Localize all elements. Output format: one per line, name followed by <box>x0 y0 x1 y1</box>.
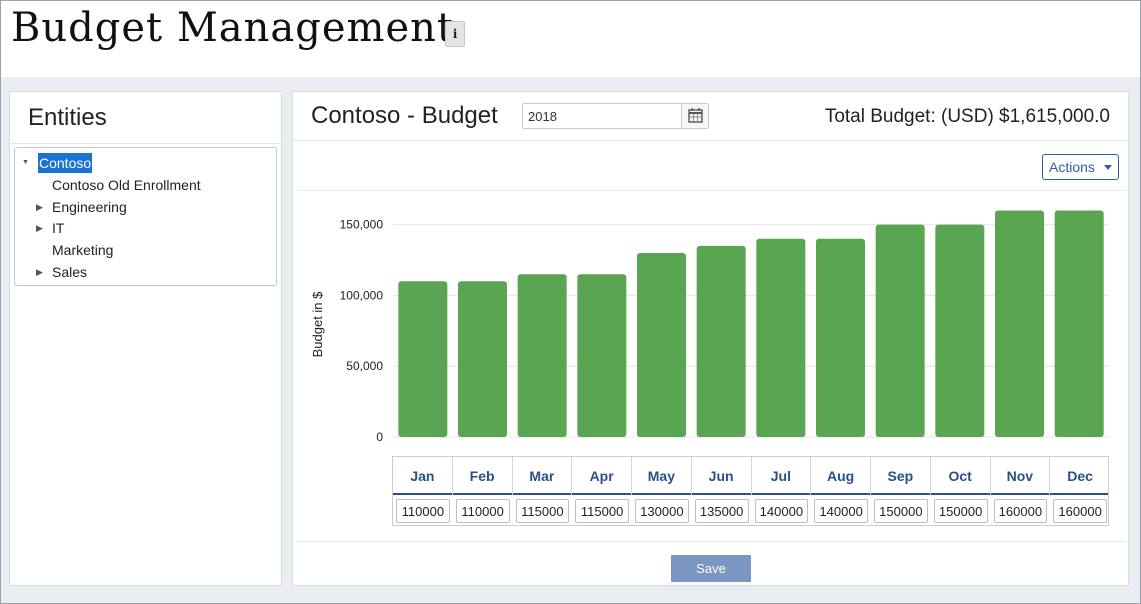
tree-item[interactable]: Marketing <box>15 240 276 260</box>
budget-title: Contoso - Budget <box>311 102 498 129</box>
y-tick-label: 0 <box>376 430 383 444</box>
entities-title: Entities <box>28 104 107 131</box>
tree-item[interactable]: ▼ Contoso <box>15 153 276 173</box>
app-header: Budget Management i <box>1 1 1140 77</box>
entity-tree: ▼ Contoso Contoso Old Enrollment ▶ Engineeri… <box>14 147 277 286</box>
month-value-cell <box>575 499 629 523</box>
month-header: Aug <box>811 457 871 495</box>
caret-down-icon <box>1104 165 1112 170</box>
budget-bar-chart: 0 50,000 100,000 150,000 Budget in $ <box>310 210 1109 444</box>
workspace: Entities ▼ Contoso Contoso Old Enrollment ▶… <box>1 77 1140 603</box>
month-header: Feb <box>453 457 513 495</box>
tree-item-label: Engineering <box>52 198 127 215</box>
tree-item-label: Marketing <box>52 242 114 259</box>
month-header: May <box>632 457 692 495</box>
month-value-cell <box>1053 499 1107 523</box>
month-value-cell <box>814 499 868 523</box>
bar-jun[interactable] <box>696 245 746 437</box>
budget-header: Contoso - Budget Total Budget: (USD) $1, <box>293 92 1128 141</box>
month-header: Sep <box>871 457 931 495</box>
tree-item[interactable]: ▶ Engineering <box>15 197 276 217</box>
y-axis-label: Budget in $ <box>310 291 325 358</box>
divider <box>297 541 1126 542</box>
month-budget-input[interactable] <box>635 499 689 523</box>
month-value-cell <box>993 499 1048 523</box>
month-budget-input[interactable] <box>396 499 450 523</box>
caret-right-icon[interactable]: ▶ <box>36 197 46 217</box>
bar-mar[interactable] <box>517 274 567 437</box>
month-value-cell <box>635 499 689 523</box>
month-budget-input[interactable] <box>874 499 928 523</box>
month-value-cell <box>455 499 510 523</box>
month-value-cell <box>754 499 809 523</box>
tree-item[interactable]: ▶ IT <box>15 218 276 238</box>
month-budget-input[interactable] <box>694 499 749 523</box>
month-header: Nov <box>991 457 1051 495</box>
month-header: Jan <box>393 457 453 495</box>
month-header: Dec <box>1067 468 1093 484</box>
year-input[interactable] <box>523 104 683 128</box>
month-header-row: Jan Feb Mar Apr May Jun Jul Aug Sep Oct Nov Dec <box>393 457 1108 495</box>
caret-right-icon[interactable]: ▶ <box>36 262 46 282</box>
month-header: Mar <box>513 457 573 495</box>
month-budget-input[interactable] <box>575 499 629 523</box>
bar-jul[interactable] <box>756 238 806 437</box>
month-budget-input[interactable] <box>814 499 868 523</box>
y-tick-label: 150,000 <box>340 218 384 232</box>
entities-panel: Entities ▼ Contoso Contoso Old Enrollment ▶… <box>9 91 282 586</box>
bar-feb[interactable] <box>458 281 507 437</box>
calendar-icon[interactable] <box>681 104 708 128</box>
month-budget-input[interactable] <box>933 499 988 523</box>
month-header: Jun <box>692 457 752 495</box>
y-tick-label: 50,000 <box>346 359 383 373</box>
bar-jan[interactable] <box>398 281 448 437</box>
month-header: Apr <box>572 457 632 495</box>
actions-button[interactable]: Actions <box>1042 154 1119 180</box>
save-button[interactable]: Save <box>671 555 751 582</box>
divider <box>10 143 281 144</box>
bar-oct[interactable] <box>935 224 985 437</box>
month-budget-input[interactable] <box>455 499 510 523</box>
month-value-cell <box>874 499 928 523</box>
month-value-cell <box>694 499 749 523</box>
total-budget: Total Budget: (USD) $1,615,000.0 <box>824 106 1110 127</box>
month-budget-input[interactable] <box>993 499 1048 523</box>
bar-apr[interactable] <box>577 274 627 437</box>
month-budget-input[interactable] <box>754 499 809 523</box>
bar-nov[interactable] <box>995 210 1044 437</box>
bar-dec[interactable] <box>1054 210 1104 437</box>
app-title: Budget Management <box>11 5 454 51</box>
budget-panel: Contoso - Budget Total Budget: (USD) $1, <box>292 91 1129 586</box>
actions-label: Actions <box>1049 159 1095 175</box>
caret-down-icon[interactable]: ▼ <box>22 153 32 173</box>
month-value-cell <box>933 499 988 523</box>
caret-right-icon[interactable]: ▶ <box>36 218 46 238</box>
tree-item-label: Contoso Old Enrollment <box>52 176 201 193</box>
bar-sep[interactable] <box>875 224 925 437</box>
month-header: Jul <box>752 457 812 495</box>
tree-item[interactable]: ▶ Sales <box>15 262 276 282</box>
info-button[interactable]: i <box>445 21 465 47</box>
tree-item-label: IT <box>52 220 65 237</box>
month-value-cell <box>515 499 570 523</box>
tree-item[interactable]: Contoso Old Enrollment <box>15 175 276 195</box>
y-tick-label: 100,000 <box>340 288 384 302</box>
divider <box>297 190 1126 191</box>
budget-chart: 0 50,000 100,000 150,000 Budget in $ <box>293 192 1130 452</box>
year-picker[interactable] <box>522 103 709 129</box>
month-value-cell <box>396 499 450 523</box>
month-budget-input[interactable] <box>1053 499 1107 523</box>
bar-may[interactable] <box>637 252 686 437</box>
tree-item-label: Sales <box>52 264 88 280</box>
monthly-budget-table: Jan Feb Mar Apr May Jun Jul Aug Sep Oct Nov Dec <box>392 456 1109 526</box>
tree-item-label: Contoso <box>38 153 93 173</box>
bar-aug[interactable] <box>816 238 865 437</box>
month-header: Oct <box>931 457 991 495</box>
month-budget-input[interactable] <box>515 499 570 523</box>
